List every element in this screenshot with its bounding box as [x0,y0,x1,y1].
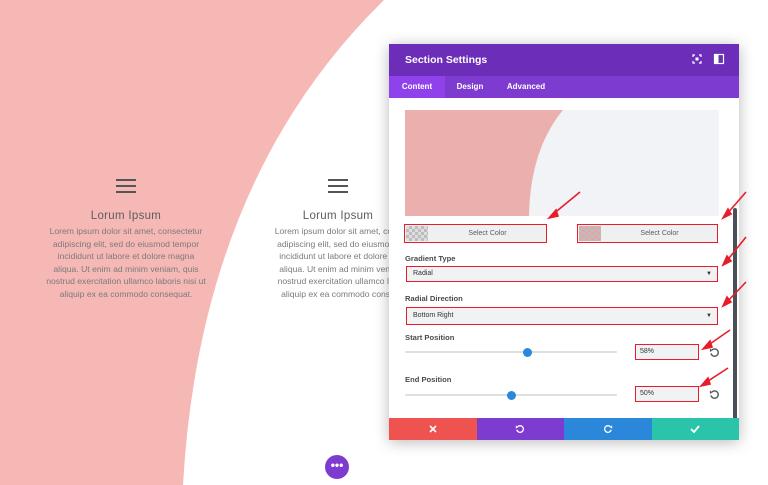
gradient-type-label: Gradient Type [405,254,456,263]
check-icon [690,425,700,433]
panel-header: Section Settings [389,44,739,76]
save-button[interactable] [651,418,739,440]
end-position-label: End Position [405,375,452,384]
radial-direction-select[interactable]: Bottom Right ▼ [406,307,718,325]
select-color-label: Select Color [468,230,507,237]
hamburger-menu-icon [328,179,348,193]
undo-icon [516,425,525,434]
body-line: incididunt ut labore et dolore magna [57,251,195,262]
chevron-down-icon: ▼ [706,271,712,277]
transparent-swatch-icon [406,226,428,241]
close-icon [429,425,437,433]
expand-icon[interactable] [691,53,703,65]
transparent-swatch-icon [579,226,601,241]
start-position-thumb[interactable] [523,347,533,357]
radial-direction-label: Radial Direction [405,294,463,303]
undo-button[interactable] [476,418,564,440]
select-color-label: Select Color [640,230,679,237]
radial-direction-value: Bottom Right [413,312,454,319]
more-options-icon: ••• [330,458,344,472]
section-settings-panel: Section Settings Content Design Advanced… [389,44,739,440]
end-position-input[interactable]: 50% [635,386,699,402]
panel-content: Select Color Select Color Gradient Type … [389,98,739,422]
redo-icon [603,425,612,434]
column-body-text: Lorem ipsum dolor sit amet, consectetur … [28,225,224,301]
more-options-button[interactable]: ••• [325,455,349,479]
tab-design[interactable]: Design [447,76,493,98]
panel-title: Section Settings [405,54,488,66]
end-position-thumb[interactable] [506,390,516,400]
select-color-button-1[interactable]: Select Color [404,224,547,243]
redo-button[interactable] [564,418,652,440]
start-position-value: 58% [640,348,655,355]
body-line: adipiscing elit, sed do eiusmod tempor [52,238,200,249]
gradient-type-select[interactable]: Radial ▼ [406,266,718,282]
chevron-down-icon: ▼ [706,313,712,319]
tab-content[interactable]: Content [389,76,445,98]
body-line: aliquip ex ea commodo consequat. [59,288,193,299]
tab-advanced[interactable]: Advanced [501,76,551,98]
start-position-track[interactable] [405,351,617,353]
sidebar-toggle-icon[interactable] [713,53,725,65]
select-color-button-2[interactable]: Select Color [577,224,718,243]
gradient-type-value: Radial [413,270,433,277]
hamburger-menu-icon [116,179,136,193]
start-position-label: Start Position [405,333,455,342]
reset-icon[interactable] [709,389,720,400]
body-line: Lorem ipsum dolor sit amet, consectetur [49,226,203,236]
gradient-preview [405,110,719,216]
content-column-1: Lorum Ipsum Lorem ipsum dolor sit amet, … [28,178,224,301]
panel-scrollbar[interactable] [733,208,737,422]
column-title: Lorum Ipsum [90,210,162,222]
body-line: aliqua. Ut enim ad minim veniam, quis [53,263,199,274]
reset-icon[interactable] [709,347,720,358]
panel-tabs: Content Design Advanced [389,76,739,98]
end-position-value: 50% [640,390,655,397]
start-position-input[interactable]: 58% [635,344,699,360]
body-line: nostrud exercitation ullamco laboris nis… [46,276,206,287]
cancel-button[interactable] [389,418,477,440]
panel-footer [389,418,739,440]
